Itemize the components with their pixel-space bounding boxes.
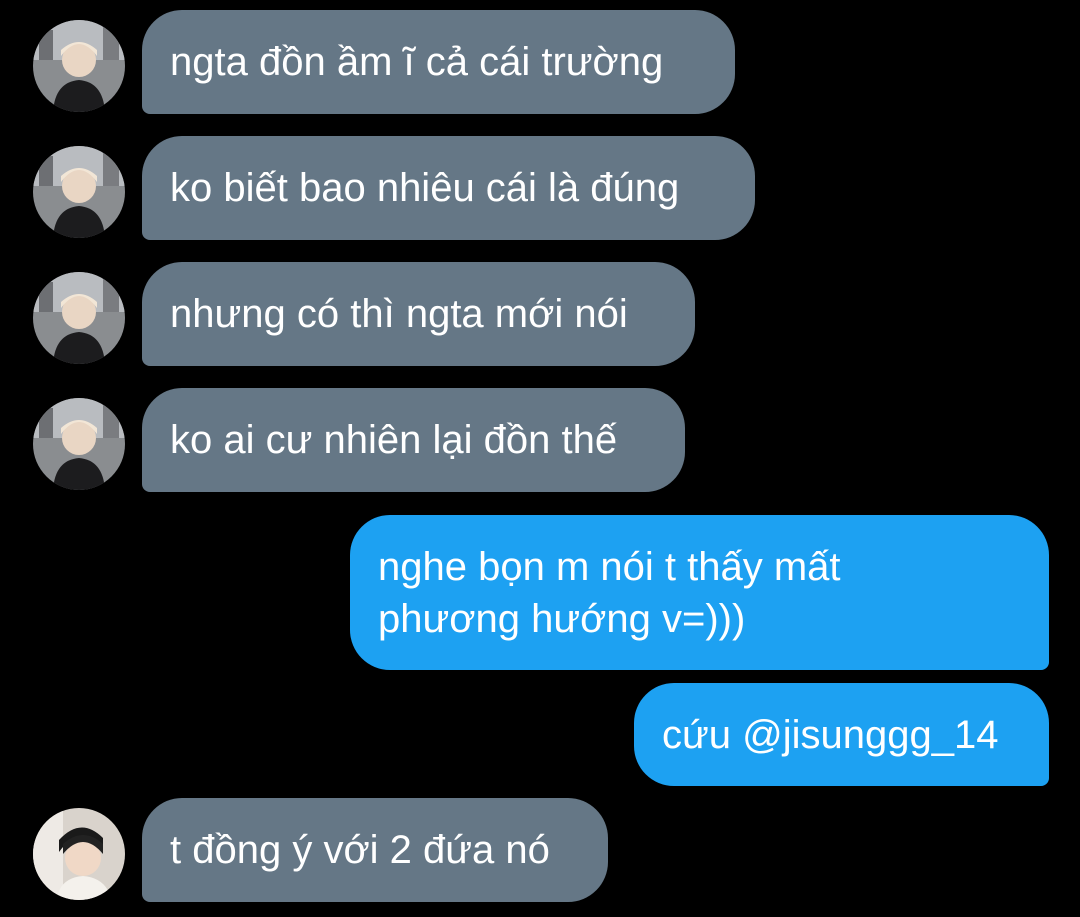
message-text: ko biết bao nhiêu cái là đúng xyxy=(170,166,680,210)
message-bubble[interactable]: cứu @jisunggg_14 xyxy=(634,683,1049,786)
message-bubble[interactable]: nhưng có thì ngta mới nói xyxy=(142,262,695,366)
avatar[interactable] xyxy=(33,808,125,900)
message-text: cứu @jisunggg_14 xyxy=(662,713,999,757)
message-bubble[interactable]: t đồng ý với 2 đứa nó xyxy=(142,798,608,902)
message-text: nhưng có thì ngta mới nói xyxy=(170,292,628,336)
message-text-line: nghe bọn m nói t thấy mất xyxy=(378,545,841,589)
avatar[interactable] xyxy=(33,398,125,490)
message-bubble[interactable]: ko biết bao nhiêu cái là đúng xyxy=(142,136,755,240)
message-text: ko ai cư nhiên lại đồn thế xyxy=(170,418,618,462)
message-bubble[interactable]: ngta đồn ầm ĩ cả cái trường xyxy=(142,10,735,114)
message-bubble[interactable]: ko ai cư nhiên lại đồn thế xyxy=(142,388,685,492)
avatar[interactable] xyxy=(33,20,125,112)
avatar[interactable] xyxy=(33,146,125,238)
message-text: ngta đồn ầm ĩ cả cái trường xyxy=(170,40,664,84)
avatar[interactable] xyxy=(33,272,125,364)
message-text: t đồng ý với 2 đứa nó xyxy=(170,828,550,872)
message-bubble[interactable]: nghe bọn m nói t thấy mất phương hướng v… xyxy=(350,515,1049,670)
message-text-line: phương hướng v=))) xyxy=(378,597,746,641)
message-thread: ngta đồn ầm ĩ cả cái trường ko biết bao … xyxy=(0,0,1080,917)
